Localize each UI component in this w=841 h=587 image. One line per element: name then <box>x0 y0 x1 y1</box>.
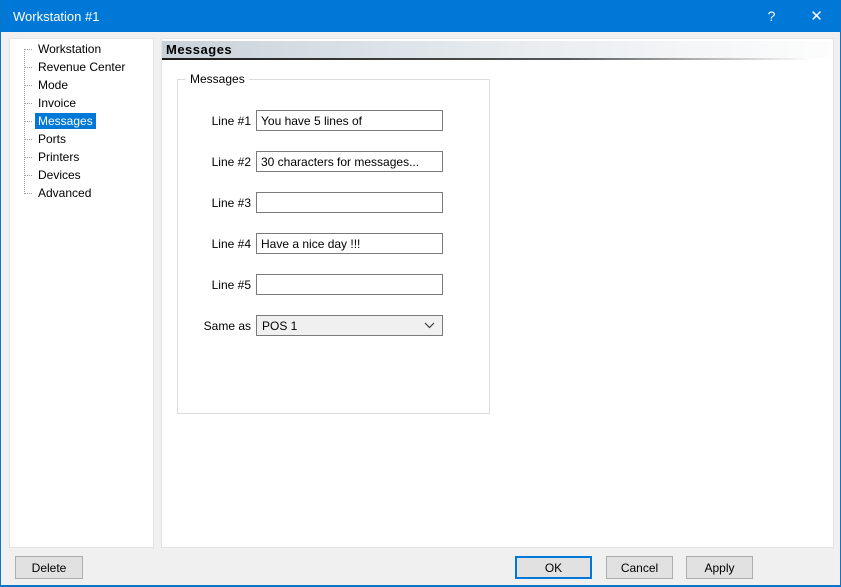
line4-label: Line #4 <box>178 237 251 251</box>
help-button[interactable]: ? <box>749 0 794 32</box>
dialog-window: Workstation #1 ? ✕ Workstation Revenue C… <box>0 0 841 587</box>
sidebar-item-devices[interactable]: Devices <box>10 166 153 184</box>
tree-branch-icon <box>24 121 32 122</box>
line1-label: Line #1 <box>178 114 251 128</box>
close-button[interactable]: ✕ <box>794 0 839 32</box>
sidebar-item-label: Mode <box>35 77 71 93</box>
window-title: Workstation #1 <box>0 9 99 24</box>
sidebar-item-label: Workstation <box>35 41 104 57</box>
sidebar-item-revenue-center[interactable]: Revenue Center <box>10 58 153 76</box>
chevron-down-icon <box>424 322 435 329</box>
line1-field-row: Line #1 <box>178 110 443 131</box>
sidebar-item-mode[interactable]: Mode <box>10 76 153 94</box>
tree-branch-icon <box>24 193 32 194</box>
tree-branch-icon <box>24 103 32 104</box>
sidebar-item-messages[interactable]: Messages <box>10 112 153 130</box>
line3-label: Line #3 <box>178 196 251 210</box>
apply-button[interactable]: Apply <box>686 556 753 579</box>
line2-input[interactable] <box>256 151 443 172</box>
line2-label: Line #2 <box>178 155 251 169</box>
tree-branch-icon <box>24 139 32 140</box>
sidebar-item-printers[interactable]: Printers <box>10 148 153 166</box>
cancel-button[interactable]: Cancel <box>606 556 673 579</box>
line3-input[interactable] <box>256 192 443 213</box>
sidebar-item-invoice[interactable]: Invoice <box>10 94 153 112</box>
line3-field-row: Line #3 <box>178 192 443 213</box>
line4-field-row: Line #4 <box>178 233 443 254</box>
sidebar-item-advanced[interactable]: Advanced <box>10 184 153 202</box>
tree-branch-icon <box>24 175 32 176</box>
same-as-dropdown[interactable]: POS 1 <box>256 315 443 336</box>
sidebar-tree-panel: Workstation Revenue Center Mode Invoice … <box>9 38 154 548</box>
delete-button[interactable]: Delete <box>15 556 83 579</box>
sidebar-item-label: Messages <box>35 113 96 129</box>
tree-branch-icon <box>24 85 32 86</box>
sidebar-item-label: Ports <box>35 131 69 147</box>
tree-branch-icon <box>24 157 32 158</box>
tree-branch-icon <box>24 67 32 68</box>
settings-tree: Workstation Revenue Center Mode Invoice … <box>10 39 153 202</box>
sidebar-item-label: Invoice <box>35 95 79 111</box>
ok-button[interactable]: OK <box>515 556 592 579</box>
sidebar-item-ports[interactable]: Ports <box>10 130 153 148</box>
content-panel: Messages Messages Line #1 Line #2 Line #… <box>161 38 834 548</box>
line4-input[interactable] <box>256 233 443 254</box>
same-as-label: Same as <box>178 319 251 333</box>
line5-label: Line #5 <box>178 278 251 292</box>
same-as-field-row: Same as POS 1 <box>178 315 443 336</box>
same-as-dropdown-value: POS 1 <box>262 319 297 333</box>
sidebar-item-label: Printers <box>35 149 82 165</box>
sidebar-item-label: Devices <box>35 167 84 183</box>
line2-field-row: Line #2 <box>178 151 443 172</box>
groupbox-legend: Messages <box>186 72 249 86</box>
sidebar-item-label: Advanced <box>35 185 94 201</box>
sidebar-item-label: Revenue Center <box>35 59 128 75</box>
line1-input[interactable] <box>256 110 443 131</box>
page-title-underline <box>162 58 833 60</box>
tree-guide-line <box>24 49 25 194</box>
titlebar: Workstation #1 ? ✕ <box>0 0 841 32</box>
line5-field-row: Line #5 <box>178 274 443 295</box>
footer-bar: Delete OK Cancel Apply <box>1 548 840 587</box>
sidebar-item-workstation[interactable]: Workstation <box>10 40 153 58</box>
messages-groupbox: Messages Line #1 Line #2 Line #3 Line #4… <box>177 79 490 414</box>
line5-input[interactable] <box>256 274 443 295</box>
page-title: Messages <box>162 41 833 58</box>
tree-branch-icon <box>24 49 32 50</box>
